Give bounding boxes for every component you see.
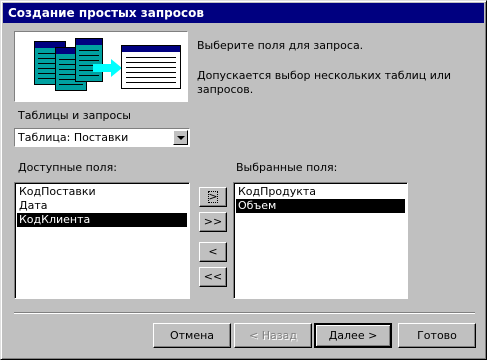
next-label: Далее > xyxy=(328,329,378,342)
list-item[interactable]: Объем xyxy=(236,199,405,213)
selected-fields-list[interactable]: КодПродукта Объем xyxy=(233,182,408,299)
tables-queries-label: Таблицы и запросы xyxy=(18,109,131,122)
back-button[interactable]: < Назад xyxy=(234,323,312,348)
add-field-button[interactable]: > xyxy=(199,187,227,207)
next-button[interactable]: Далее > xyxy=(314,323,392,348)
chevron-down-icon xyxy=(177,136,185,140)
add-all-label: >> xyxy=(203,215,223,228)
dropdown-button[interactable] xyxy=(173,130,188,145)
list-item[interactable]: Дата xyxy=(17,199,187,213)
back-label: < Назад xyxy=(249,329,297,342)
list-item[interactable]: КодПоставки xyxy=(17,185,187,199)
tables-queries-value: Таблица: Поставки xyxy=(18,131,129,144)
remove-all-fields-button[interactable]: << xyxy=(199,267,227,287)
finish-label: Готово xyxy=(417,329,457,342)
window-title: Создание простых запросов xyxy=(8,6,204,20)
query-wizard-dialog: Создание простых запросов Выберите поля … xyxy=(0,0,487,360)
hint-multiple-tables: Допускается выбор нескольких таблиц или xyxy=(197,69,452,82)
add-all-fields-button[interactable]: >> xyxy=(199,212,227,232)
hint-select-fields: Выберите поля для запроса. xyxy=(197,39,364,52)
arrow-right-icon xyxy=(93,59,122,77)
remove-field-button[interactable]: < xyxy=(199,242,227,262)
selected-fields-label: Выбранные поля: xyxy=(236,161,338,174)
remove-field-label: < xyxy=(208,245,218,258)
remove-all-label: << xyxy=(203,270,223,283)
add-field-label: > xyxy=(205,188,220,206)
hint-multiple-tables-cont: запросов. xyxy=(197,83,254,96)
finish-button[interactable]: Готово xyxy=(398,323,476,348)
list-item[interactable]: КодКлиента xyxy=(17,213,187,227)
cancel-button[interactable]: Отмена xyxy=(153,323,231,348)
list-item[interactable]: КодПродукта xyxy=(236,185,405,199)
title-bar[interactable]: Создание простых запросов xyxy=(3,3,484,23)
result-table-icon xyxy=(121,45,181,89)
footer-divider xyxy=(14,312,475,314)
wizard-illustration xyxy=(14,31,188,102)
available-fields-list[interactable]: КодПоставки Дата КодКлиента xyxy=(14,182,190,299)
tables-queries-dropdown[interactable]: Таблица: Поставки xyxy=(14,128,190,147)
cancel-label: Отмена xyxy=(169,329,215,342)
available-fields-label: Доступные поля: xyxy=(18,161,117,174)
